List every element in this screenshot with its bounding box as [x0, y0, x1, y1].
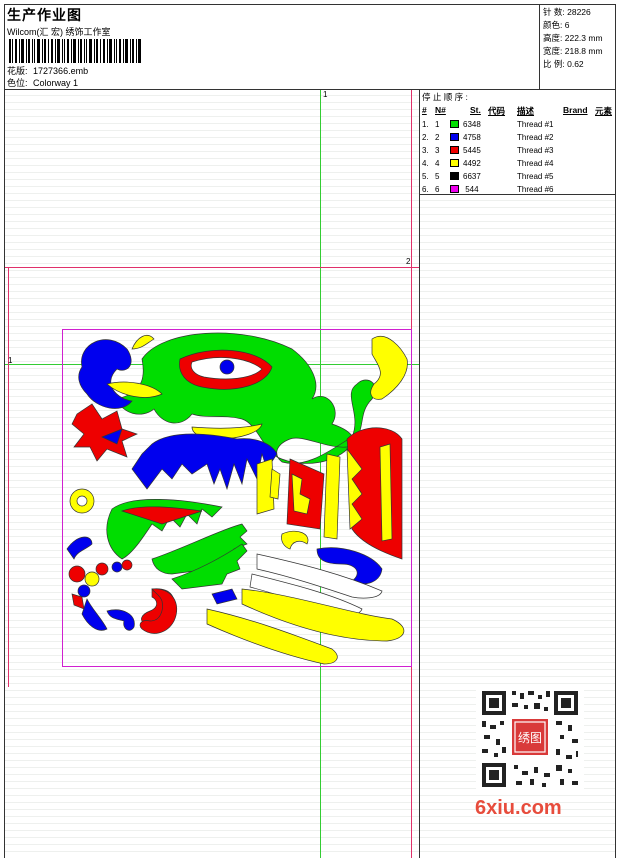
- stop-sequence-table: 停 止 顺 序 : # N# St. 代码 描述 Brand 元素 1. 1 6…: [420, 90, 615, 195]
- row-index: 6.: [422, 185, 429, 194]
- col-num: #: [422, 105, 427, 115]
- col-n: N#: [435, 105, 446, 115]
- stat-value: 218.8 mm: [564, 46, 603, 56]
- row-desc: Thread #5: [517, 172, 554, 181]
- col-element: 元素: [595, 106, 613, 116]
- marker-1-top: 1: [323, 90, 328, 99]
- colorway-value: Colorway 1: [33, 78, 79, 88]
- stat-width: 宽度: 218.8 mm: [543, 45, 615, 58]
- design-label: 花版:: [7, 66, 28, 76]
- row-desc: Thread #3: [517, 146, 554, 155]
- design-file: 1727366.emb: [33, 66, 89, 76]
- stamp-text: 绣图: [518, 731, 542, 745]
- stat-label: 颜色:: [543, 20, 563, 30]
- design-canvas[interactable]: 1 2 1: [5, 90, 420, 858]
- row-needle: 3: [435, 146, 440, 155]
- page-title: 生产作业图: [7, 7, 82, 23]
- stat-scale: 比 例: 0.62: [543, 58, 615, 71]
- stat-label: 针 数:: [543, 7, 565, 17]
- stat-value: 6: [564, 20, 570, 30]
- row-code: 4758: [463, 133, 481, 142]
- colorway-label: 色位:: [7, 78, 28, 88]
- company-name: Wilcom(汇 宏) 绣饰工作室: [7, 27, 111, 37]
- row-desc: Thread #1: [517, 120, 554, 129]
- row-needle: 6: [435, 185, 440, 194]
- site-watermark: 6xiu.com: [475, 797, 562, 819]
- color-swatch: [450, 172, 459, 180]
- row-index: 5.: [422, 172, 429, 181]
- row-needle: 1: [435, 120, 440, 129]
- table-row[interactable]: 2. 2 4758 Thread #2: [420, 133, 615, 146]
- row-desc: Thread #4: [517, 159, 554, 168]
- hoop-line-left: [8, 267, 9, 687]
- color-swatch: [450, 159, 459, 167]
- stat-label: 高度:: [543, 33, 563, 43]
- row-code: 6348: [463, 120, 481, 129]
- stat-value: 0.62: [567, 59, 584, 69]
- row-index: 1.: [422, 120, 429, 129]
- stat-label: 比 例:: [543, 59, 565, 69]
- table-row[interactable]: 3. 3 5445 Thread #3: [420, 146, 615, 159]
- qr-code-icon: 绣图: [476, 685, 584, 793]
- color-swatch: [450, 185, 459, 193]
- row-needle: 5: [435, 172, 440, 181]
- stats-panel: 针 数: 28226 颜色: 6 高度: 222.3 mm 宽度: 218.8 …: [539, 5, 615, 89]
- row-desc: Thread #6: [517, 185, 554, 194]
- color-swatch: [450, 146, 459, 154]
- col-brand: Brand: [563, 105, 588, 115]
- stop-sequence-title: 停 止 顺 序 :: [422, 92, 468, 102]
- stop-sequence-panel: 停 止 顺 序 : # N# St. 代码 描述 Brand 元素 1. 1 6…: [420, 90, 615, 858]
- production-sheet: 生产作业图 Wilcom(汇 宏) 绣饰工作室 花版: 1727366.emb …: [4, 4, 616, 858]
- table-row[interactable]: 5. 5 6637 Thread #5: [420, 172, 615, 185]
- col-st: St.: [470, 105, 481, 115]
- row-code: 6637: [463, 172, 481, 181]
- header-info: 生产作业图 Wilcom(汇 宏) 绣饰工作室 花版: 1727366.emb …: [5, 5, 539, 89]
- stat-stitches: 针 数: 28226: [543, 6, 615, 19]
- colorway-line: 色位: Colorway 1: [7, 76, 78, 89]
- barcode-icon: [9, 39, 141, 63]
- table-row[interactable]: 4. 4 4492 Thread #4: [420, 159, 615, 172]
- stat-label: 宽度:: [543, 46, 563, 56]
- sheet-header: 生产作业图 Wilcom(汇 宏) 绣饰工作室 花版: 1727366.emb …: [5, 5, 615, 90]
- color-swatch: [450, 120, 459, 128]
- col-desc: 描述: [517, 106, 535, 116]
- row-needle: 2: [435, 133, 440, 142]
- stat-value: 222.3 mm: [564, 33, 603, 43]
- table-row[interactable]: 1. 1 6348 Thread #1: [420, 120, 615, 133]
- row-code: 5445: [463, 146, 481, 155]
- row-code: 4492: [463, 159, 481, 168]
- embroidery-design[interactable]: [62, 329, 412, 667]
- marker-2: 2: [406, 257, 411, 266]
- stat-value: 28226: [567, 7, 591, 17]
- row-needle: 4: [435, 159, 440, 168]
- row-code: 544: [463, 185, 479, 194]
- row-index: 4.: [422, 159, 429, 168]
- stat-colors: 颜色: 6: [543, 19, 615, 32]
- row-desc: Thread #2: [517, 133, 554, 142]
- col-code: 代码: [488, 106, 506, 116]
- qr-code: 绣图: [476, 685, 584, 793]
- hoop-line-horizontal: [5, 267, 419, 268]
- table-row[interactable]: 6. 6 544 Thread #6: [420, 185, 615, 198]
- stat-height: 高度: 222.3 mm: [543, 32, 615, 45]
- row-index: 2.: [422, 133, 429, 142]
- marker-1: 1: [8, 356, 13, 365]
- row-index: 3.: [422, 146, 429, 155]
- color-swatch: [450, 133, 459, 141]
